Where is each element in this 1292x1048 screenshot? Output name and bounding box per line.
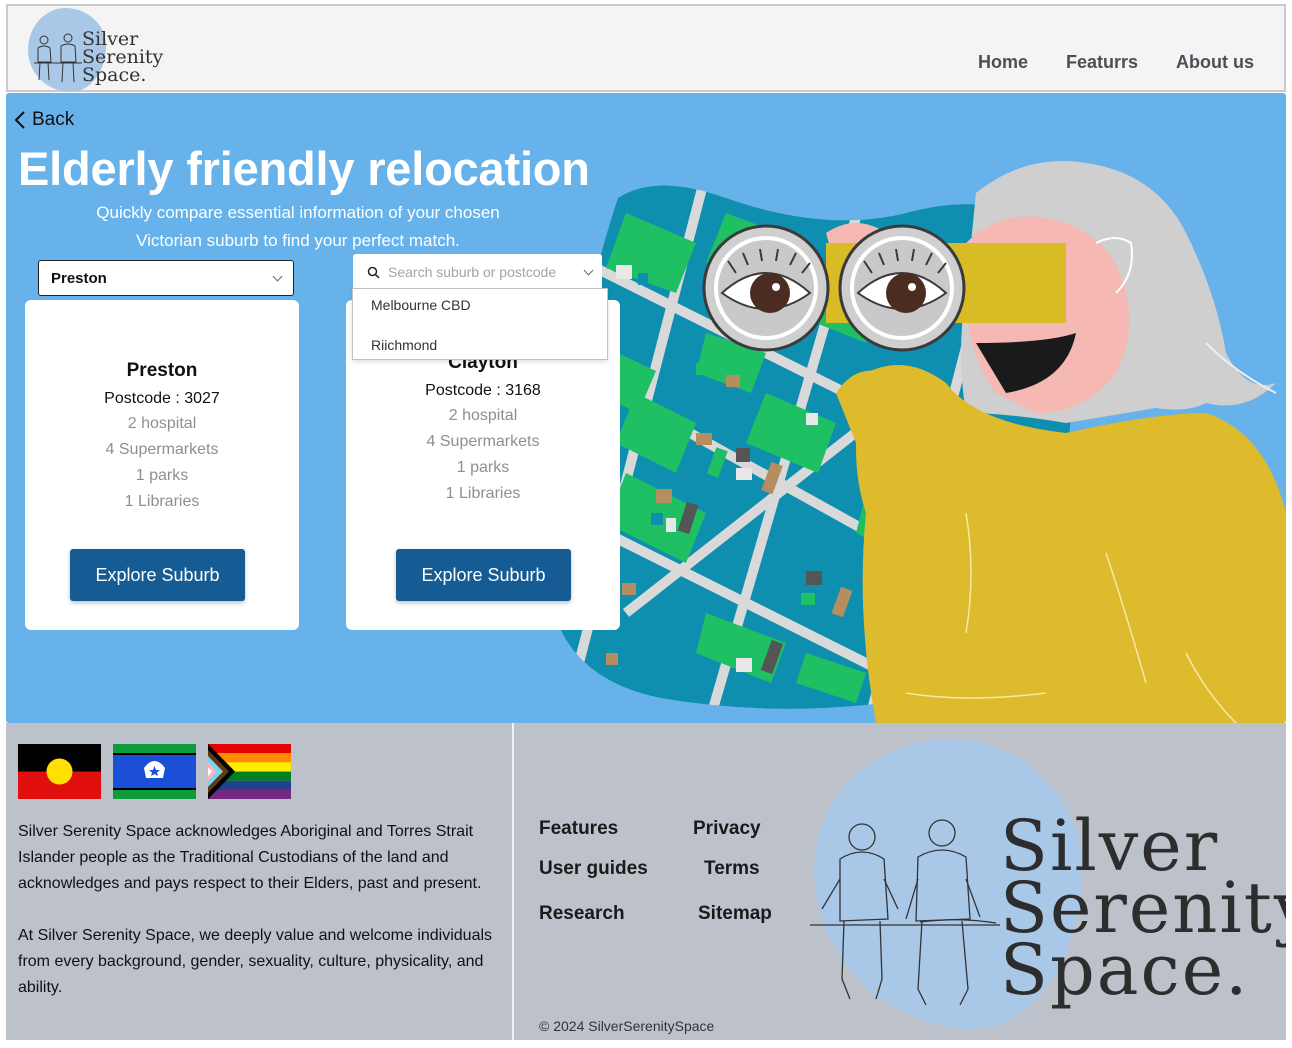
chevron-down-icon (272, 271, 283, 282)
footer-link-research[interactable]: Research (539, 903, 625, 925)
flags-row (18, 744, 291, 799)
explore-suburb-button[interactable]: Explore Suburb (70, 549, 245, 601)
suburb-select[interactable]: Preston (38, 260, 294, 296)
chevron-left-icon (14, 111, 25, 129)
footer-link-terms[interactable]: Terms (704, 858, 760, 880)
seated-couple-icon (810, 819, 1000, 1006)
seated-couple-icon (34, 33, 82, 83)
nav-about-us[interactable]: About us (1176, 52, 1254, 73)
torres-strait-flag-icon (113, 744, 196, 799)
header-logo[interactable]: Silver Serenity Space. (26, 8, 176, 94)
copyright: © 2024 SilverSerenitySpace (539, 1018, 715, 1034)
acknowledgement-text: Silver Serenity Space acknowledges Abori… (18, 819, 518, 1001)
card-suburb-name: Preston (126, 360, 198, 381)
card-stat-supermarkets: 4 Supermarkets (426, 433, 540, 450)
suburb-card-preston: Preston Postcode : 3027 2 hospital 4 Sup… (25, 300, 299, 630)
card-stat-libraries: 1 Libraries (445, 485, 521, 502)
progress-pride-flag-icon (208, 744, 291, 799)
explore-suburb-button[interactable]: Explore Suburb (396, 549, 571, 601)
card-stat-parks: 1 parks (135, 467, 189, 484)
dropdown-option-richmond[interactable]: Riichmond (371, 337, 437, 353)
logo-wordmark: Silver Serenity Space. (82, 28, 164, 86)
footer-link-sitemap[interactable]: Sitemap (698, 903, 772, 925)
footer-link-privacy[interactable]: Privacy (693, 818, 761, 840)
search-icon (367, 266, 380, 279)
aboriginal-flag-icon (18, 744, 101, 799)
card-stat-supermarkets: 4 Supermarkets (105, 441, 219, 458)
card-postcode: Postcode : 3168 (425, 382, 541, 399)
page-title: Elderly friendly relocation (18, 142, 590, 195)
page-subtitle: Quickly compare essential information of… (96, 203, 500, 250)
card-stat-hospital: 2 hospital (127, 415, 197, 432)
back-button[interactable]: Back (14, 109, 74, 131)
footer-link-user-guides[interactable]: User guides (539, 858, 648, 880)
main-nav: Home Featurrs About us (978, 52, 1254, 73)
footer-divider (512, 723, 514, 1040)
back-label: Back (32, 109, 75, 130)
search-placeholder: Search suburb or postcode (388, 264, 557, 280)
site-header: Silver Serenity Space. Home Featurrs Abo… (6, 4, 1286, 92)
card-stat-libraries: 1 Libraries (124, 493, 200, 510)
suburb-select-value: Preston (51, 269, 107, 287)
nav-features[interactable]: Featurrs (1066, 52, 1138, 73)
footer-logo-wordmark: Silver Serenity Space. (1000, 805, 1286, 1011)
welcome-paragraph: At Silver Serenity Space, we deeply valu… (18, 927, 493, 996)
acknowledgement-paragraph: Silver Serenity Space acknowledges Abori… (18, 823, 482, 892)
dropdown-option-melbourne-cbd[interactable]: Melbourne CBD (371, 297, 471, 313)
card-stat-parks: 1 parks (456, 459, 510, 476)
card-postcode: Postcode : 3027 (104, 390, 220, 407)
site-footer: Silver Serenity Space acknowledges Abori… (6, 723, 1286, 1040)
suburb-search-input[interactable]: Search suburb or postcode (353, 254, 602, 290)
footer-link-features[interactable]: Features (539, 818, 618, 840)
nav-home[interactable]: Home (978, 52, 1028, 73)
search-dropdown: Melbourne CBD Riichmond (352, 288, 608, 360)
hero-section: Back Elderly friendly relocation Quickly… (6, 93, 1286, 723)
card-stat-hospital: 2 hospital (448, 407, 518, 424)
chevron-down-icon (583, 265, 594, 276)
